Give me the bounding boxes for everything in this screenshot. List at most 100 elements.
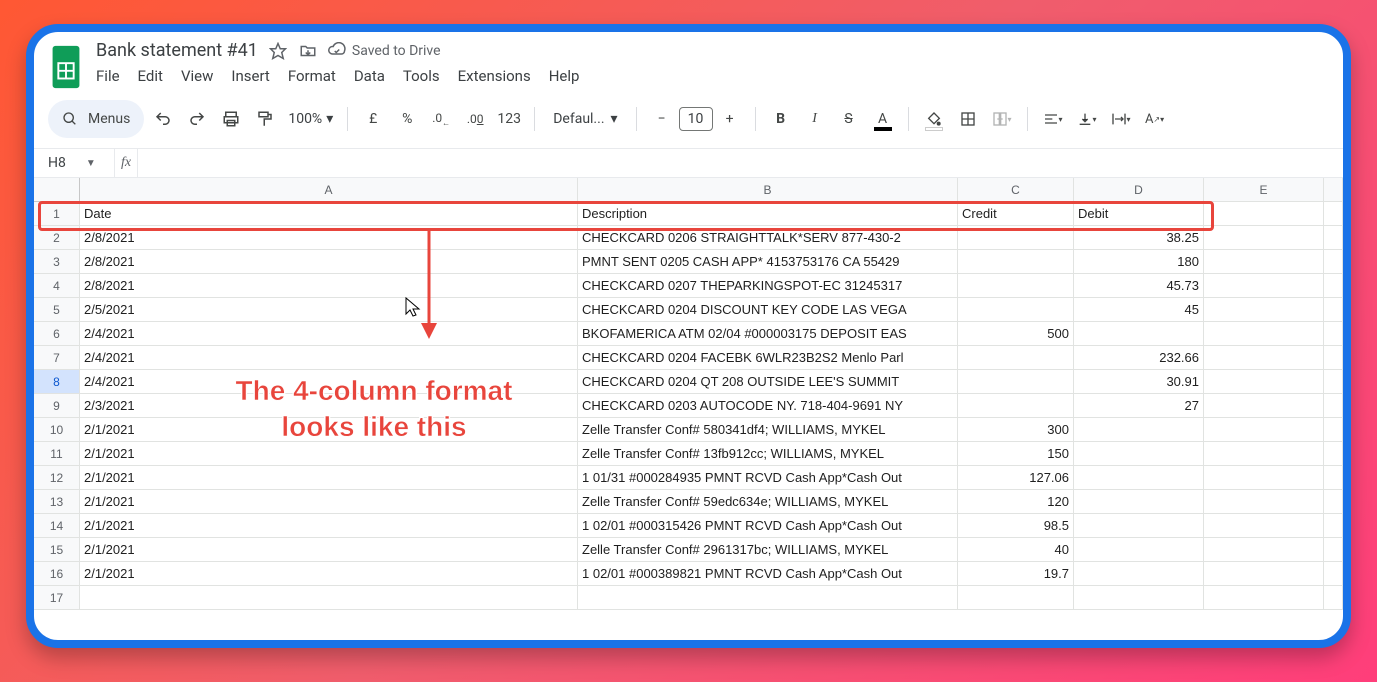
row-header[interactable]: 15 [34,538,80,562]
cell[interactable]: CHECKCARD 0204 FACEBK 6WLR23B2S2 Menlo P… [578,346,958,370]
row-header[interactable]: 2 [34,226,80,250]
cell[interactable] [1074,466,1204,490]
cell[interactable] [1324,442,1343,466]
move-icon[interactable] [298,41,318,61]
cell[interactable] [1324,346,1343,370]
cell[interactable] [1204,250,1324,274]
cell[interactable]: BKOFAMERICA ATM 02/04 #000003175 DEPOSIT… [578,322,958,346]
cell[interactable] [1324,538,1343,562]
cell[interactable] [1074,418,1204,442]
cell[interactable] [80,586,578,610]
rotation-button[interactable]: A↗▾ [1140,104,1170,134]
cell[interactable]: 98.5 [958,514,1074,538]
row-header[interactable]: 9 [34,394,80,418]
cell[interactable] [958,298,1074,322]
redo-button[interactable] [182,104,212,134]
cell[interactable]: 40 [958,538,1074,562]
menu-tools[interactable]: Tools [403,67,440,85]
borders-button[interactable] [953,104,983,134]
cell[interactable] [1204,274,1324,298]
bold-button[interactable]: B [766,104,796,134]
row-header[interactable]: 7 [34,346,80,370]
cell[interactable] [1204,538,1324,562]
cell[interactable] [1324,562,1343,586]
name-box[interactable]: H8▼ [34,155,114,171]
cell[interactable] [1324,586,1343,610]
font-select[interactable]: Defaul...▾ [545,111,625,127]
column-header[interactable]: D [1074,178,1204,202]
row-header[interactable]: 14 [34,514,80,538]
cell[interactable]: 1 02/01 #000389821 PMNT RCVD Cash App*Ca… [578,562,958,586]
cell[interactable]: Credit [958,202,1074,226]
cell[interactable]: 232.66 [1074,346,1204,370]
star-icon[interactable] [268,41,288,61]
font-size-decrease[interactable]: − [647,104,677,134]
cell[interactable] [578,586,958,610]
cell[interactable]: 19.7 [958,562,1074,586]
cell[interactable]: 2/1/2021 [80,514,578,538]
cell[interactable] [1204,202,1324,226]
cell[interactable] [1074,586,1204,610]
percent-button[interactable]: % [392,104,422,134]
increase-decimal-button[interactable]: .00 [460,104,490,134]
cell[interactable]: 180 [1074,250,1204,274]
font-size-increase[interactable]: + [715,104,745,134]
cell[interactable]: 2/1/2021 [80,562,578,586]
row-header[interactable]: 11 [34,442,80,466]
cell[interactable] [1074,442,1204,466]
cell[interactable] [1324,514,1343,538]
cell[interactable]: 1 02/01 #000315426 PMNT RCVD Cash App*Ca… [578,514,958,538]
cell[interactable] [1204,490,1324,514]
cell[interactable]: Zelle Transfer Conf# 59edc634e; WILLIAMS… [578,490,958,514]
cell[interactable] [1204,514,1324,538]
cell[interactable] [958,586,1074,610]
cell[interactable]: PMNT SENT 0205 CASH APP* 4153753176 CA 5… [578,250,958,274]
menu-extensions[interactable]: Extensions [458,67,531,85]
cell[interactable]: Date [80,202,578,226]
cell[interactable] [1204,562,1324,586]
cell[interactable] [1324,274,1343,298]
spreadsheet-grid[interactable]: ABCDE1DateDescriptionCreditDebit22/8/202… [34,178,1343,640]
column-header[interactable] [1324,178,1343,202]
cell[interactable]: CHECKCARD 0204 QT 208 OUTSIDE LEE'S SUMM… [578,370,958,394]
cell[interactable] [1324,466,1343,490]
cell[interactable] [958,394,1074,418]
menu-format[interactable]: Format [288,67,336,85]
cell[interactable]: 2/3/2021 [80,394,578,418]
cell[interactable]: Zelle Transfer Conf# 13fb912cc; WILLIAMS… [578,442,958,466]
row-header[interactable]: 16 [34,562,80,586]
row-header[interactable]: 10 [34,418,80,442]
cell[interactable]: 2/4/2021 [80,346,578,370]
cell[interactable] [1204,322,1324,346]
row-header[interactable]: 3 [34,250,80,274]
cell[interactable]: CHECKCARD 0203 AUTOCODE NY. 718-404-9691… [578,394,958,418]
cell[interactable]: 2/4/2021 [80,370,578,394]
row-header[interactable]: 12 [34,466,80,490]
decrease-decimal-button[interactable]: .0← [426,104,456,134]
cell[interactable] [1204,226,1324,250]
cell[interactable] [1204,466,1324,490]
menu-edit[interactable]: Edit [138,67,163,85]
menu-data[interactable]: Data [354,67,385,85]
column-header[interactable]: E [1204,178,1324,202]
cell[interactable] [1204,298,1324,322]
cell[interactable]: 1 01/31 #000284935 PMNT RCVD Cash App*Ca… [578,466,958,490]
wrap-button[interactable]: ▾ [1106,104,1136,134]
cell[interactable]: 2/8/2021 [80,226,578,250]
search-menus[interactable]: Menus [48,100,144,138]
text-color-button[interactable]: A [868,104,898,134]
cell[interactable]: 127.06 [958,466,1074,490]
cell[interactable]: 2/1/2021 [80,418,578,442]
cell[interactable] [1324,394,1343,418]
menu-view[interactable]: View [181,67,213,85]
cell[interactable] [1204,346,1324,370]
cell[interactable] [1324,250,1343,274]
cell[interactable] [958,274,1074,298]
cell[interactable]: 2/4/2021 [80,322,578,346]
row-header[interactable]: 17 [34,586,80,610]
cell[interactable] [958,346,1074,370]
vertical-align-button[interactable]: ▾ [1072,104,1102,134]
cell[interactable] [958,370,1074,394]
row-header[interactable]: 8 [34,370,80,394]
cell[interactable]: 27 [1074,394,1204,418]
